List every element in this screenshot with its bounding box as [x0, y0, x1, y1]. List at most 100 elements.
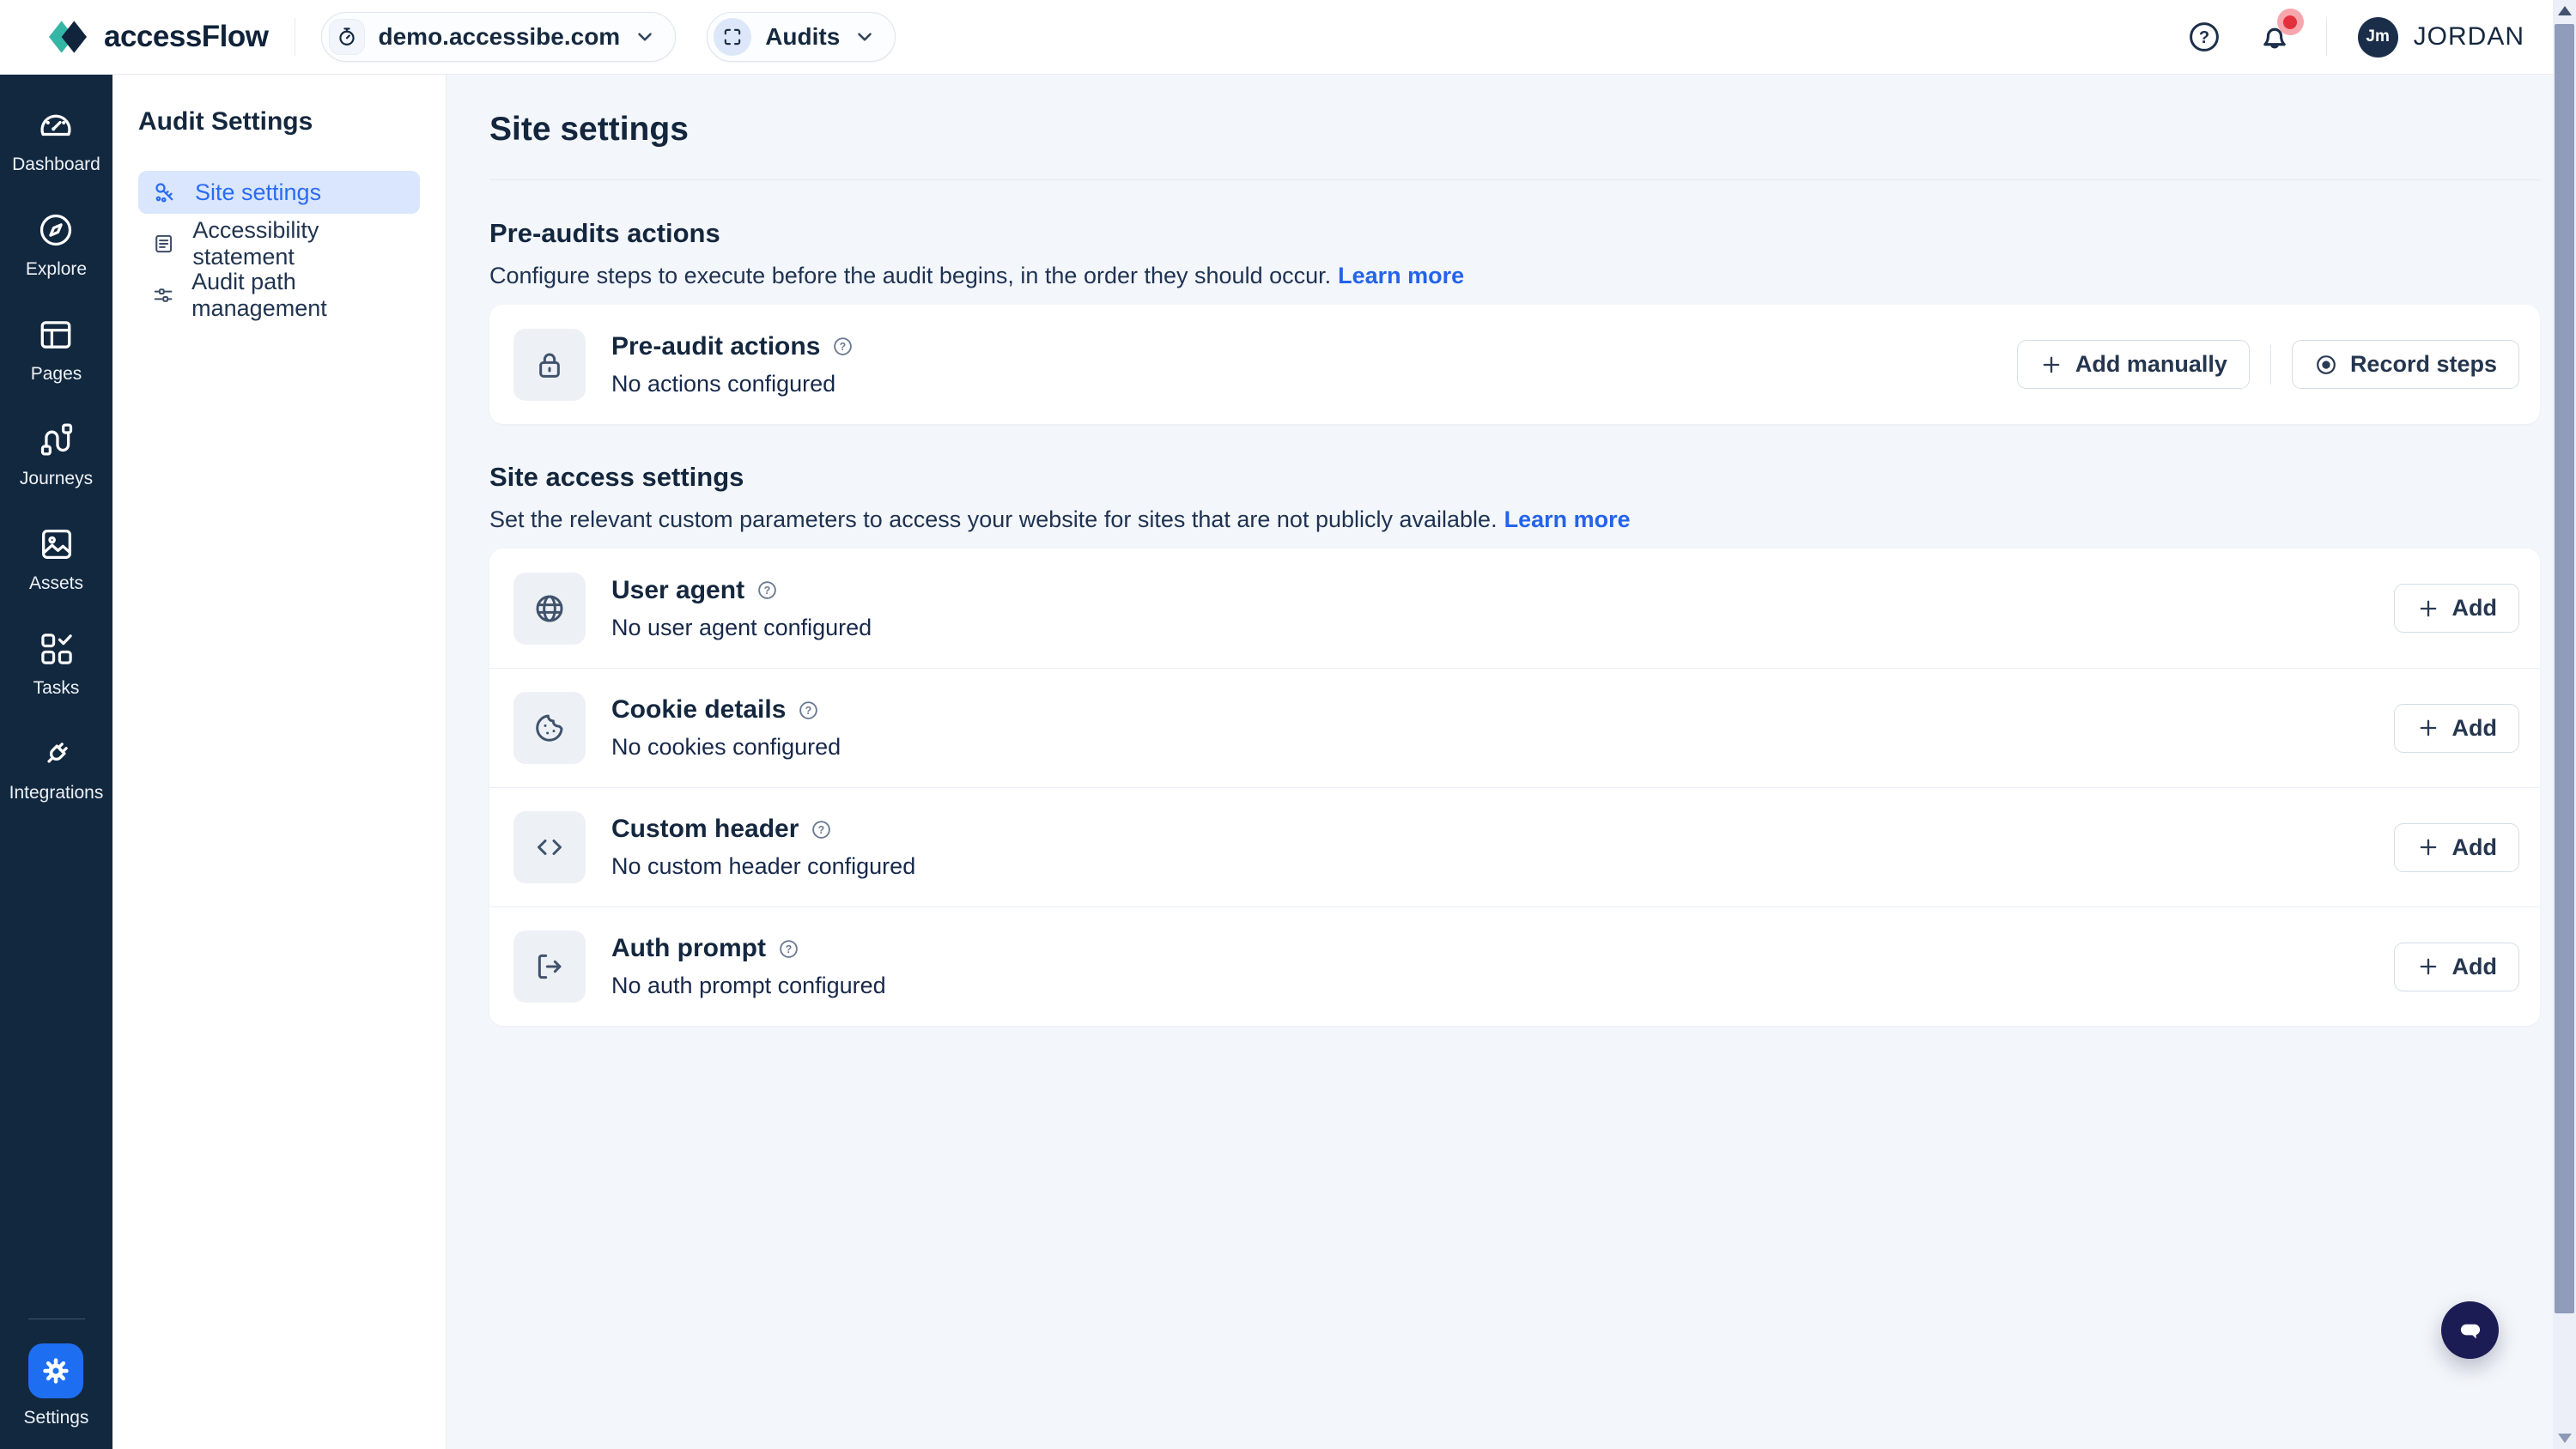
cookie-icon [513, 692, 586, 764]
panel-item-accessibility-statement[interactable]: Accessibility statement [138, 222, 420, 265]
user-menu[interactable]: Jm JORDAN [2358, 17, 2524, 58]
add-manually-button[interactable]: Add manually [2017, 340, 2250, 389]
help-circle-icon[interactable]: ? [811, 819, 832, 840]
sidebar-item-label: Explore [26, 259, 87, 280]
plus-icon [2416, 835, 2440, 859]
help-circle-icon: ? [2186, 19, 2222, 55]
add-label: Add [2452, 834, 2497, 861]
panel-item-label: Audit path management [191, 269, 406, 322]
help-circle-icon[interactable]: ? [798, 700, 819, 721]
pre-audit-card-title-row: Pre-audit actions ? [611, 332, 854, 361]
cookie-details-info: Cookie details ? No cookies configured [611, 695, 841, 761]
sidebar-item-dashboard[interactable]: Dashboard [12, 106, 100, 175]
sidebar-item-journeys[interactable]: Journeys [20, 420, 93, 489]
pre-audits-description: Configure steps to execute before the au… [489, 263, 2540, 289]
window-layout-icon [36, 315, 76, 355]
site-access-description-text: Set the relevant custom parameters to ac… [489, 506, 1498, 532]
svg-text:?: ? [840, 341, 847, 353]
settings-tile [28, 1343, 83, 1398]
sidebar-item-pages[interactable]: Pages [31, 315, 82, 385]
add-label: Add [2452, 715, 2497, 742]
sidebar-item-explore[interactable]: Explore [26, 210, 87, 280]
record-steps-button[interactable]: Record steps [2292, 340, 2519, 389]
cookie-details-subtitle: No cookies configured [611, 734, 841, 761]
app-body: Dashboard Explore Pages Journeys [0, 75, 2576, 1449]
learn-more-link[interactable]: Learn more [1504, 506, 1631, 532]
scrollbar-up-arrow-icon[interactable] [2558, 6, 2572, 15]
auth-prompt-actions: Add [2394, 943, 2519, 991]
cookie-details-actions: Add [2394, 704, 2519, 753]
custom-header-title-row: Custom header ? [611, 815, 915, 844]
user-agent-title-row: User agent ? [611, 576, 872, 605]
site-access-description: Set the relevant custom parameters to ac… [489, 506, 2540, 533]
pre-audits-heading: Pre-audits actions [489, 218, 2540, 249]
site-access-heading: Site access settings [489, 462, 2540, 493]
add-user-agent-button[interactable]: Add [2394, 584, 2519, 633]
help-circle-icon[interactable]: ? [756, 579, 778, 601]
chat-widget-button[interactable] [2441, 1301, 2499, 1359]
sidebar-item-assets[interactable]: Assets [29, 524, 83, 594]
notification-badge [2277, 9, 2304, 35]
auth-prompt-title: Auth prompt [611, 934, 766, 963]
panel-item-site-settings[interactable]: Site settings [138, 171, 420, 214]
scrollbar-thumb[interactable] [2555, 24, 2574, 1313]
document-icon [152, 231, 175, 257]
sidebar-item-label: Tasks [33, 678, 80, 699]
accessflow-logo-icon [49, 15, 90, 59]
help-circle-icon[interactable]: ? [832, 336, 854, 357]
context-value: Audits [765, 23, 840, 51]
custom-header-title: Custom header [611, 815, 799, 844]
user-agent-subtitle: No user agent configured [611, 615, 872, 641]
pre-audit-actions-card: Pre-audit actions ? No actions configure… [489, 305, 2540, 424]
title-divider [489, 179, 2540, 180]
sidebar-item-label: Settings [24, 1408, 89, 1428]
panel-nav: Site settings Accessibility statement Au… [138, 171, 420, 317]
pre-audit-card-actions: Add manually Record steps [2017, 340, 2519, 389]
gauge-icon [36, 106, 76, 145]
sidebar-item-label: Journeys [20, 469, 93, 489]
record-icon [2314, 353, 2338, 377]
add-label: Add [2452, 595, 2497, 621]
add-cookie-button[interactable]: Add [2394, 704, 2519, 753]
sidebar-item-settings[interactable]: Settings [24, 1343, 89, 1428]
sidebar-item-label: Dashboard [12, 155, 100, 175]
auth-arrow-icon [513, 931, 586, 1003]
help-button[interactable]: ? [2184, 16, 2225, 58]
brand-logo[interactable]: accessFlow [49, 15, 269, 59]
brand-wordmark: accessFlow [104, 20, 269, 54]
top-header: accessFlow demo.accessibe.com Audits ? [0, 0, 2576, 75]
user-agent-title: User agent [611, 576, 744, 605]
plug-icon [37, 734, 76, 773]
notifications-button[interactable] [2254, 16, 2295, 58]
domain-selector[interactable]: demo.accessibe.com [321, 12, 677, 62]
sidebar-item-tasks[interactable]: Tasks [33, 629, 80, 699]
window-scrollbar[interactable] [2553, 0, 2576, 1449]
scan-frame-icon [714, 18, 751, 56]
cookie-details-title: Cookie details [611, 695, 786, 724]
panel-item-audit-path-management[interactable]: Audit path management [138, 274, 420, 317]
context-selector-audits[interactable]: Audits [707, 12, 896, 62]
plus-icon [2416, 716, 2440, 740]
pre-audit-card-title: Pre-audit actions [611, 332, 820, 361]
domain-value: demo.accessibe.com [379, 23, 621, 51]
plus-icon [2416, 597, 2440, 621]
code-brackets-icon [513, 811, 586, 883]
stopwatch-icon [329, 19, 365, 55]
custom-header-subtitle: No custom header configured [611, 853, 915, 880]
help-circle-icon[interactable]: ? [778, 938, 799, 960]
svg-text:?: ? [818, 823, 825, 835]
pre-audit-card-subtitle: No actions configured [611, 371, 854, 397]
add-auth-prompt-button[interactable]: Add [2394, 943, 2519, 991]
panel-item-label: Accessibility statement [192, 217, 406, 270]
panel-title: Audit Settings [138, 107, 420, 136]
custom-header-info: Custom header ? No custom header configu… [611, 815, 915, 880]
route-icon [37, 420, 76, 459]
auth-prompt-info: Auth prompt ? No auth prompt configured [611, 934, 886, 999]
image-icon [37, 524, 76, 564]
learn-more-link[interactable]: Learn more [1338, 263, 1464, 288]
sidebar-item-integrations[interactable]: Integrations [9, 734, 104, 803]
user-agent-actions: Add [2394, 584, 2519, 633]
add-custom-header-button[interactable]: Add [2394, 823, 2519, 872]
scrollbar-down-arrow-icon[interactable] [2558, 1434, 2572, 1443]
key-icon [152, 179, 178, 205]
